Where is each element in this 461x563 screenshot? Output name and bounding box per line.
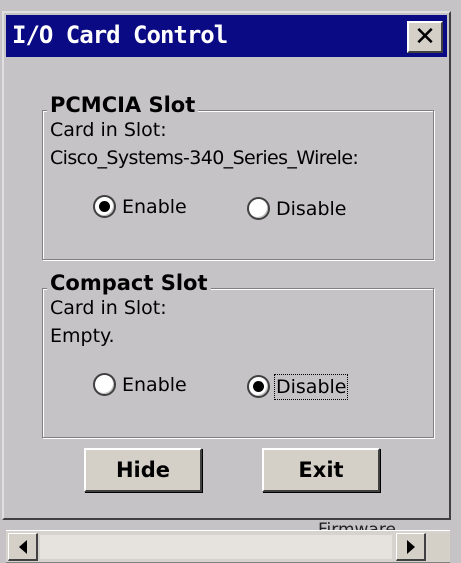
pcmcia-slot-title: PCMCIA Slot: [47, 93, 199, 117]
compact-disable-radio[interactable]: Disable: [247, 373, 349, 400]
pcmcia-disable-label: Disable: [276, 197, 347, 220]
pcmcia-card-label: Card in Slot:: [50, 119, 167, 141]
exit-button[interactable]: Exit: [262, 448, 380, 492]
radio-unchecked-icon: [93, 373, 116, 396]
scrollbar-corner: [428, 533, 450, 561]
pcmcia-slot-group: PCMCIA Slot Card in Slot: Cisco_Systems-…: [42, 93, 434, 260]
dialog-title: I/O Card Control: [12, 21, 228, 49]
arrow-right-icon: [406, 539, 415, 554]
compact-enable-label: Enable: [122, 373, 187, 396]
pcmcia-enable-radio[interactable]: Enable: [93, 195, 187, 218]
compact-enable-radio[interactable]: Enable: [93, 373, 187, 396]
pcmcia-card-value: Cisco_Systems-340_Series_Wirele:: [50, 147, 359, 169]
io-card-control-dialog: I/O Card Control ✕ PCMCIA Slot Card in S…: [2, 11, 451, 520]
arrow-left-icon: [18, 539, 27, 554]
scroll-left-button[interactable]: [8, 533, 38, 561]
pcmcia-enable-label: Enable: [122, 195, 187, 218]
pcmcia-disable-radio[interactable]: Disable: [247, 197, 346, 220]
scroll-right-button[interactable]: [396, 533, 426, 561]
radio-checked-icon: [93, 195, 116, 218]
radio-checked-icon: [247, 375, 270, 398]
title-bar[interactable]: I/O Card Control ✕: [6, 15, 447, 57]
horizontal-scrollbar[interactable]: [6, 530, 450, 563]
scrollbar-track[interactable]: [40, 535, 392, 559]
close-icon: ✕: [414, 22, 436, 52]
compact-slot-title: Compact Slot: [47, 271, 211, 295]
compact-disable-label: Disable: [273, 373, 349, 400]
compact-card-value: Empty.: [50, 325, 115, 347]
compact-card-label: Card in Slot:: [50, 297, 167, 319]
close-button[interactable]: ✕: [407, 21, 443, 53]
hide-button[interactable]: Hide: [84, 448, 202, 492]
radio-unchecked-icon: [247, 197, 270, 220]
compact-slot-group: Compact Slot Card in Slot: Empty. Enable…: [42, 271, 434, 438]
